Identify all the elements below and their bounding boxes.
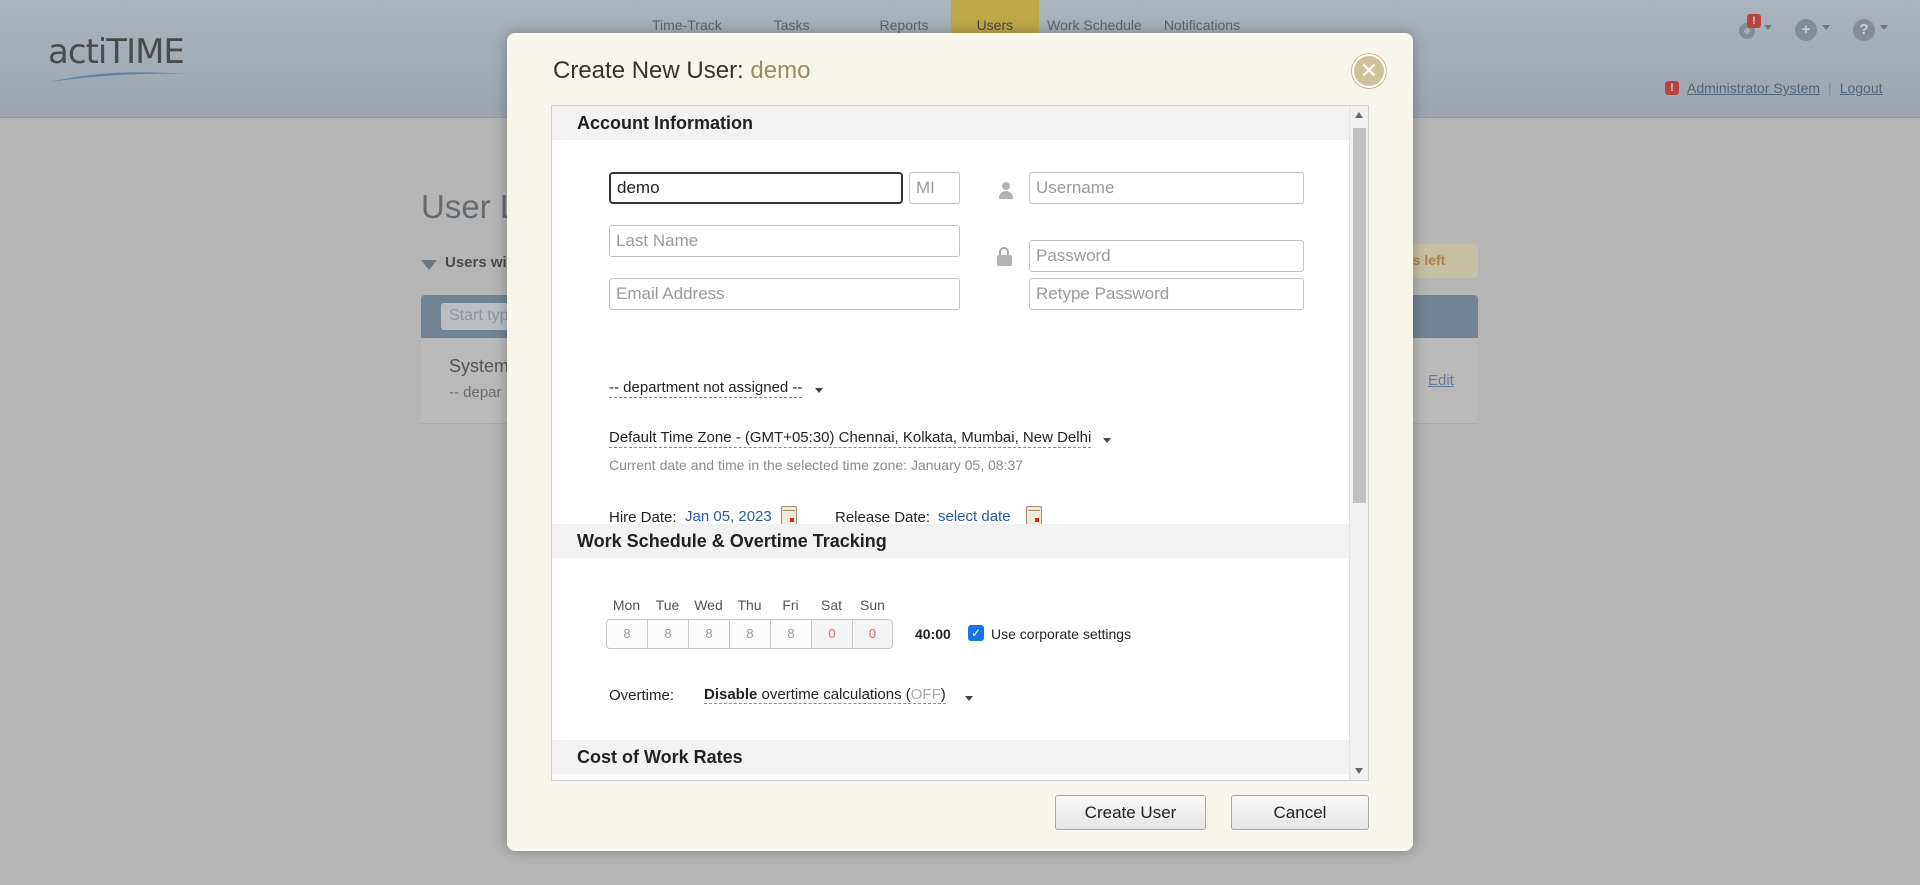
day-tue: Tue 8 (647, 597, 688, 649)
dialog-title-text: Create New User: (553, 57, 744, 84)
scroll-up-icon[interactable] (1355, 112, 1363, 118)
day-thu: Thu 8 (729, 597, 770, 649)
first-name-input[interactable] (609, 172, 903, 204)
retype-password-input[interactable] (1029, 278, 1304, 310)
day-fri: Fri 8 (770, 597, 811, 649)
day-hours-input[interactable]: 8 (770, 619, 811, 649)
timezone-hint: Current date and time in the selected ti… (609, 457, 1024, 473)
close-button[interactable]: ✕ (1352, 54, 1386, 88)
user-icon (997, 181, 1015, 199)
department-dropdown[interactable]: -- department not assigned -- (609, 379, 803, 398)
last-name-input[interactable] (609, 225, 960, 257)
day-hours-input[interactable]: 0 (811, 619, 852, 649)
hire-date-calendar-icon[interactable] (781, 506, 797, 526)
release-date-calendar-icon[interactable] (1026, 506, 1042, 526)
day-name: Fri (782, 597, 799, 613)
create-user-dialog: Create New User: demo ✕ Account Informat… (507, 33, 1413, 851)
chevron-down-icon (1103, 438, 1111, 443)
day-mon: Mon 8 (606, 597, 647, 649)
day-name: Thu (737, 597, 762, 613)
day-hours-input[interactable]: 8 (688, 619, 729, 649)
overtime-close-paren: ) (940, 686, 946, 703)
day-wed: Wed 8 (688, 597, 729, 649)
day-hours-input[interactable]: 8 (647, 619, 688, 649)
username-input[interactable] (1029, 172, 1304, 204)
timezone-value: Default Time Zone - (GMT+05:30) Chennai,… (609, 429, 1092, 446)
day-hours-input[interactable]: 8 (729, 619, 770, 649)
total-weekly-hours: 40:00 (915, 626, 951, 642)
dialog-title-username: demo (750, 57, 811, 84)
scrollbar-thumb[interactable] (1353, 128, 1366, 503)
email-input[interactable] (609, 278, 960, 310)
day-sun: Sun 0 (852, 597, 893, 649)
day-hours-input[interactable]: 0 (852, 619, 893, 649)
day-name: Tue (655, 597, 680, 613)
day-name: Wed (694, 597, 723, 613)
cancel-button[interactable]: Cancel (1231, 795, 1369, 830)
day-name: Sun (860, 597, 885, 613)
day-name: Sat (820, 597, 842, 613)
overtime-mode: Disable (704, 686, 758, 703)
day-hours-input[interactable]: 8 (606, 619, 647, 649)
lock-icon (996, 247, 1016, 267)
overtime-text: overtime calculations ( (761, 686, 911, 703)
overtime-dropdown[interactable]: Disable overtime calculations (OFF) (704, 686, 946, 704)
content-scrollbar[interactable] (1349, 106, 1368, 780)
department-value: -- department not assigned -- (609, 379, 803, 396)
day-sat: Sat 0 (811, 597, 852, 649)
create-user-button[interactable]: Create User (1055, 795, 1206, 830)
day-name: Mon (612, 597, 641, 613)
account-information-header: Account Information (552, 106, 1349, 140)
overtime-state: OFF (910, 686, 941, 703)
password-input[interactable] (1029, 240, 1304, 272)
cost-of-work-rates-header: Cost of Work Rates (552, 740, 1349, 774)
timezone-dropdown[interactable]: Default Time Zone - (GMT+05:30) Chennai,… (609, 429, 1092, 448)
weekly-schedule: Mon 8 Tue 8 Wed 8 Thu 8 Fri 8 Sat 0 Sun 0 (606, 597, 893, 649)
chevron-down-icon (965, 696, 973, 701)
scroll-down-icon[interactable] (1355, 768, 1363, 774)
work-schedule-header: Work Schedule & Overtime Tracking (552, 524, 1349, 558)
middle-initial-input[interactable] (909, 172, 960, 204)
overtime-label: Overtime: (609, 687, 675, 704)
dialog-content: Account Information -- department not as… (551, 105, 1369, 781)
chevron-down-icon (815, 388, 823, 393)
dialog-title: Create New User: demo (553, 57, 810, 85)
use-corporate-settings-label[interactable]: Use corporate settings (991, 626, 1131, 642)
close-icon: ✕ (1359, 58, 1379, 83)
use-corporate-settings-checkbox[interactable]: ✓ (968, 625, 984, 641)
